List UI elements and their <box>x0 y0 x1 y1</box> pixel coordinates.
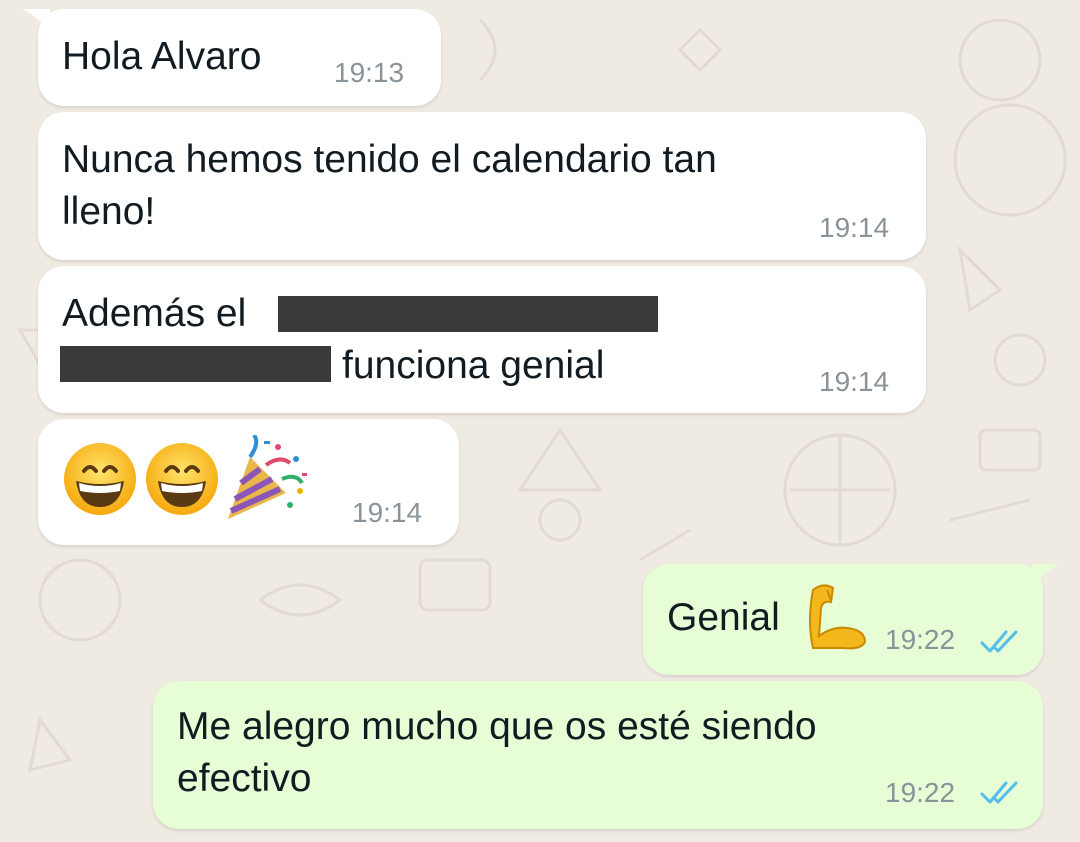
double-check-read-icon <box>980 781 1018 804</box>
message-text: Hola Alvaro <box>62 35 262 78</box>
message-time: 19:14 <box>819 366 890 397</box>
redaction-block <box>278 296 658 332</box>
message-text-line: lleno! <box>62 190 156 233</box>
party-popper-icon <box>228 435 307 519</box>
message-time: 19:14 <box>352 497 423 528</box>
incoming-message[interactable]: Hola Alvaro 19:13 <box>38 9 441 106</box>
message-time: 19:22 <box>885 624 956 655</box>
flexed-biceps-icon <box>809 584 867 650</box>
incoming-message[interactable]: 19:14 <box>38 419 459 545</box>
message-time: 19:13 <box>334 57 405 88</box>
redaction-block <box>60 346 331 382</box>
incoming-message[interactable]: Además el funciona genial 19:14 <box>38 266 926 413</box>
message-time: 19:22 <box>885 777 956 808</box>
grinning-face-icon <box>64 443 136 515</box>
outgoing-message[interactable]: Genial 19:22 <box>643 564 1043 675</box>
message-text-part: Además el <box>62 292 247 335</box>
incoming-message[interactable]: Nunca hemos tenido el calendario tan lle… <box>38 112 926 260</box>
grinning-face-icon <box>146 443 218 515</box>
message-text-line: Me alegro mucho que os esté siendo <box>177 705 817 748</box>
message-text: Genial <box>667 596 780 639</box>
message-text-part: funciona genial <box>342 344 605 387</box>
double-check-read-icon <box>980 630 1018 653</box>
outgoing-message[interactable]: Me alegro mucho que os esté siendo efect… <box>153 681 1043 829</box>
message-text-line: Nunca hemos tenido el calendario tan <box>62 138 717 181</box>
message-time: 19:14 <box>819 212 890 243</box>
message-text-line: efectivo <box>177 757 312 800</box>
